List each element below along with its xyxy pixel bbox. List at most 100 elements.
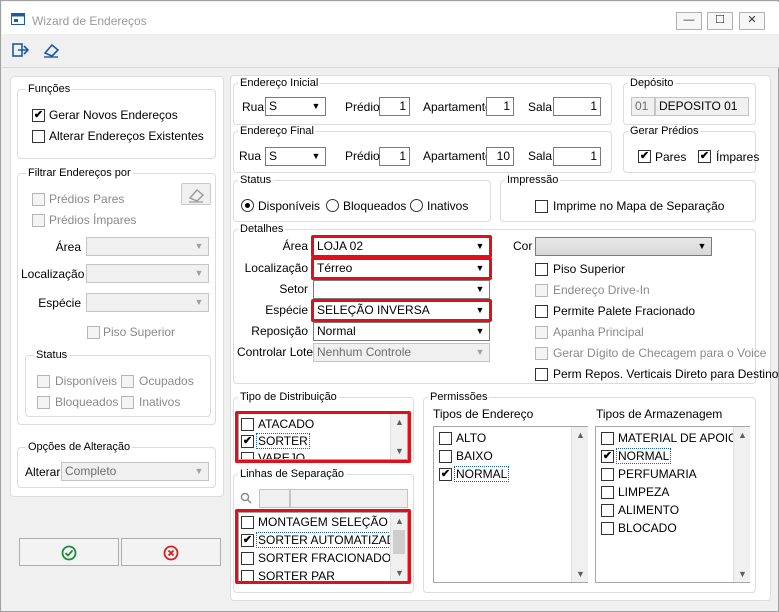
arm-normal-checkbox[interactable]: ✔ <box>601 450 614 463</box>
scroll-up-icon[interactable]: ▲ <box>572 427 589 443</box>
cancel-x-icon <box>163 545 179 561</box>
ini-rua-select[interactable]: S ▼ <box>265 97 326 116</box>
fin-predio-input[interactable]: 1 <box>379 147 410 166</box>
scroll-down-icon[interactable]: ▼ <box>391 565 407 581</box>
det-cor-select[interactable]: ▼ <box>535 237 712 256</box>
det-lote-select[interactable]: Nenhum Controle ▼ <box>313 343 490 362</box>
linha-montagem-checkbox[interactable] <box>241 516 254 529</box>
end-alto-checkbox[interactable] <box>439 432 452 445</box>
linhas-title: Linhas de Separação <box>238 468 346 480</box>
arm-limpeza-checkbox[interactable] <box>601 486 614 499</box>
dist-sorter-checkbox[interactable]: ✔ <box>241 435 254 448</box>
det-piso-checkbox[interactable] <box>535 263 548 276</box>
filtrar-area-select[interactable]: ▼ <box>86 237 209 256</box>
det-drivein-checkbox[interactable] <box>535 284 548 297</box>
gerar-label: Gerar Novos Endereços <box>49 108 178 122</box>
status-bloqueados-radio[interactable] <box>326 199 339 212</box>
linha-sorter-par-checkbox[interactable] <box>241 570 254 581</box>
ini-sala-input[interactable]: 1 <box>553 97 601 116</box>
filtrar-piso-label: Piso Superior <box>103 325 176 339</box>
chevron-down-icon: ▼ <box>194 241 204 251</box>
ini-predio-input[interactable]: 1 <box>379 97 410 116</box>
det-especie-value: SELEÇÃO INVERSA <box>317 303 430 317</box>
chevron-down-icon: ▼ <box>475 284 485 294</box>
gerar-pares-checkbox[interactable]: ✔ <box>638 150 651 163</box>
close-button[interactable]: ✕ <box>739 12 765 30</box>
end-normal-checkbox[interactable]: ✔ <box>439 468 452 481</box>
det-perm-checkbox[interactable] <box>535 368 548 381</box>
arm-blocado-checkbox[interactable] <box>601 522 614 535</box>
filtrar-especie-select[interactable]: ▼ <box>86 293 209 312</box>
alterar-label: Alterar Endereços Existentes <box>49 129 204 143</box>
filter-eraser-button[interactable] <box>181 183 211 205</box>
imprime-checkbox[interactable] <box>535 200 548 213</box>
filtrar-area-label: Área <box>55 240 81 254</box>
scroll-thumb[interactable] <box>393 530 405 554</box>
det-area-select[interactable]: LOJA 02 ▼ <box>313 237 490 256</box>
chevron-down-icon: ▼ <box>311 101 321 111</box>
maximize-button[interactable]: ☐ <box>707 12 733 30</box>
arm-alimento-checkbox[interactable] <box>601 504 614 517</box>
filtrar-impares-checkbox[interactable] <box>32 214 45 227</box>
arm-blocado-label: BLOCADO <box>618 521 677 535</box>
filtrar-piso-checkbox[interactable] <box>87 326 100 339</box>
eraser-icon[interactable] <box>38 37 64 63</box>
linhas-search-code[interactable] <box>259 489 290 508</box>
armazenagem-scrollbar[interactable]: ▲ ▼ <box>733 427 750 582</box>
scroll-down-icon[interactable]: ▼ <box>734 566 751 582</box>
det-especie-select[interactable]: SELEÇÃO INVERSA ▼ <box>313 301 490 320</box>
det-setor-select[interactable]: ▼ <box>313 280 490 299</box>
dist-varejo-checkbox[interactable] <box>241 452 254 459</box>
tipos-endereco-list[interactable]: ALTO BAIXO ✔ NORMAL ▲ ▼ <box>433 426 588 583</box>
gerar-checkbox[interactable]: ✔ <box>32 109 45 122</box>
status-disponiveis-radio[interactable] <box>241 199 254 212</box>
gerar-pares-label: Pares <box>655 150 687 164</box>
scroll-up-icon[interactable]: ▲ <box>391 414 407 430</box>
arm-material-checkbox[interactable] <box>601 432 614 445</box>
filtrar-pares-checkbox[interactable] <box>32 193 45 206</box>
fin-rua-select[interactable]: S ▼ <box>265 147 326 166</box>
scroll-up-icon[interactable]: ▲ <box>391 513 407 529</box>
arm-normal-label: NORMAL <box>615 448 672 464</box>
fin-apto-input[interactable]: 10 <box>486 147 514 166</box>
arm-material-label: MATERIAL DE APOIO <box>618 431 738 445</box>
scroll-down-icon[interactable]: ▼ <box>391 443 407 459</box>
deposito-title: Depósito <box>628 77 676 89</box>
gerar-impares-checkbox[interactable]: ✔ <box>698 150 711 163</box>
alterar-checkbox[interactable] <box>32 130 45 143</box>
status-inativos-checkbox[interactable] <box>121 396 134 409</box>
endereco-scrollbar[interactable]: ▲ ▼ <box>571 427 588 582</box>
arm-perfumaria-checkbox[interactable] <box>601 468 614 481</box>
linhas-scrollbar[interactable]: ▲ ▼ <box>390 513 407 581</box>
linha-sorter-auto-checkbox[interactable]: ✔ <box>241 534 254 547</box>
linhas-list[interactable]: MONTAGEM SELEÇÃO INV ✔ SORTER AUTOMATIZA… <box>238 512 408 582</box>
det-palete-checkbox[interactable] <box>535 305 548 318</box>
tipos-armazenagem-list[interactable]: MATERIAL DE APOIO ✔ NORMAL PERFUMARIA LI… <box>595 426 750 583</box>
scroll-up-icon[interactable]: ▲ <box>734 427 751 443</box>
det-digito-checkbox[interactable] <box>535 347 548 360</box>
minimize-button[interactable]: — <box>676 12 702 30</box>
linhas-search-input[interactable] <box>290 489 408 508</box>
distribuicao-scrollbar[interactable]: ▲ ▼ <box>390 414 407 459</box>
filtrar-localizacao-select[interactable]: ▼ <box>86 264 209 283</box>
distribuicao-list[interactable]: ATACADO ✔ SORTER VAREJO ▲ ▼ <box>238 413 408 460</box>
status-inativos-radio[interactable] <box>410 199 423 212</box>
status-bloqueados-checkbox[interactable] <box>37 396 50 409</box>
det-localizacao-select[interactable]: Térreo ▼ <box>313 259 490 278</box>
status-ocupados-checkbox[interactable] <box>121 375 134 388</box>
scroll-down-icon[interactable]: ▼ <box>572 566 589 582</box>
exit-icon[interactable] <box>8 37 34 63</box>
det-apanha-checkbox[interactable] <box>535 326 548 339</box>
end-baixo-checkbox[interactable] <box>439 450 452 463</box>
status-disponiveis-checkbox[interactable] <box>37 375 50 388</box>
dist-atacado-checkbox[interactable] <box>241 418 254 431</box>
opcoes-alterar-select[interactable]: Completo ▼ <box>61 462 209 481</box>
ok-button[interactable] <box>19 538 119 566</box>
fin-sala-input[interactable]: 1 <box>553 147 601 166</box>
search-icon[interactable] <box>237 489 255 507</box>
cancel-button[interactable] <box>121 538 221 566</box>
linha-sorter-frac-checkbox[interactable] <box>241 552 254 565</box>
det-reposicao-select[interactable]: Normal ▼ <box>313 322 490 341</box>
fin-rua-label: Rua <box>239 149 262 163</box>
ini-apto-input[interactable]: 1 <box>486 97 514 116</box>
